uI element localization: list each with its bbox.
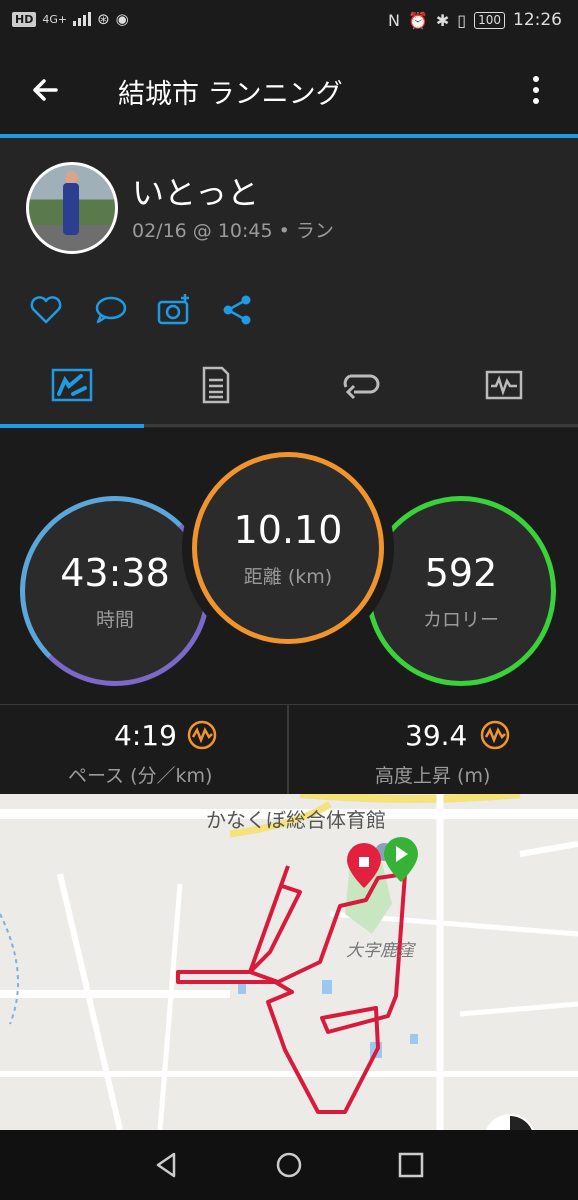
pace-metric[interactable]: 4:19 ペース (分／km) xyxy=(0,705,289,795)
share-icon xyxy=(223,295,251,325)
battery-icon: 100 xyxy=(474,11,505,29)
nav-back-icon[interactable] xyxy=(150,1148,184,1182)
status-bar: HD 4G+ ⊛ ◉ N ⏰ ✱ ▯ 100 12:26 xyxy=(0,0,578,44)
eye-comfort-icon: ◉ xyxy=(115,10,129,28)
heart-icon xyxy=(30,296,62,324)
calories-value: 592 xyxy=(424,550,498,595)
hd-indicator: HD xyxy=(12,11,37,27)
nav-home-icon[interactable] xyxy=(272,1148,306,1182)
vibrate-icon: ▯ xyxy=(457,10,467,30)
back-button[interactable] xyxy=(24,68,68,112)
add-photo-icon xyxy=(157,294,189,325)
add-photo-button[interactable] xyxy=(154,290,194,330)
laps-tab-icon xyxy=(343,374,380,400)
activity-meta: 02/16 @ 10:45 • ラン xyxy=(132,220,334,242)
elevation-value: 39.4 xyxy=(405,719,468,752)
network-type: 4G+ xyxy=(42,12,68,26)
tab-details[interactable] xyxy=(144,342,288,428)
status-left: HD 4G+ ⊛ ◉ xyxy=(12,10,129,28)
metrics-row: 4:19 ペース (分／km) 39.4 高度上昇 (m) xyxy=(0,704,578,795)
elevation-chart-icon xyxy=(480,720,510,750)
more-menu-button[interactable] xyxy=(514,68,558,112)
distance-label: 距離 (km) xyxy=(243,565,333,588)
nfc-icon: N xyxy=(387,10,400,30)
calories-label: カロリー xyxy=(422,608,499,631)
page-title: 結城市 ランニング xyxy=(118,79,343,110)
route-map[interactable]: かなくぼ総合体育館 大字鹿窪 xyxy=(0,794,578,1130)
action-bar xyxy=(0,276,578,343)
bluetooth-icon: ✱ xyxy=(435,10,450,30)
charts-tab-icon xyxy=(485,370,523,400)
distance-stat: 10.10 距離 (km) xyxy=(192,452,384,644)
pace-value: 4:19 xyxy=(114,719,177,752)
time-label: 時間 xyxy=(95,608,134,631)
distance-value: 10.10 xyxy=(233,507,343,552)
tab-laps[interactable] xyxy=(288,342,432,428)
alarm-icon: ⏰ xyxy=(407,10,428,30)
tab-indicator-track xyxy=(0,424,578,428)
activity-tabs xyxy=(0,342,578,428)
details-tab-icon xyxy=(202,366,230,404)
signal-icon xyxy=(73,12,92,26)
arrow-left-icon xyxy=(33,79,58,101)
pace-label: ペース (分／km) xyxy=(68,765,213,787)
system-nav-bar xyxy=(0,1130,578,1200)
more-vertical-icon xyxy=(533,76,539,82)
elevation-metric[interactable]: 39.4 高度上昇 (m) xyxy=(289,705,578,795)
summary-stats: 43:38 時間 592 カロリー 10.10 距離 (km) xyxy=(0,428,578,704)
like-button[interactable] xyxy=(26,290,66,330)
overview-tab-icon xyxy=(51,368,93,402)
tab-overview[interactable] xyxy=(0,342,144,428)
app-bar: 結城市 ランニング xyxy=(0,44,578,136)
activity-header: いとっと 02/16 @ 10:45 • ラン xyxy=(0,138,578,277)
clock: 12:26 xyxy=(513,10,562,30)
map-area-label: 大字鹿窪 xyxy=(346,941,414,961)
time-stat: 43:38 時間 xyxy=(20,496,210,686)
status-right: N ⏰ ✱ ▯ 100 12:26 xyxy=(388,10,562,30)
elevation-label: 高度上昇 (m) xyxy=(375,765,491,787)
time-value: 43:38 xyxy=(60,550,170,595)
pace-chart-icon xyxy=(187,720,217,750)
share-button[interactable] xyxy=(218,290,258,330)
map-canvas xyxy=(0,794,578,1130)
map-place-label: かなくぼ総合体育館 xyxy=(206,808,386,832)
nav-recents-icon[interactable] xyxy=(394,1148,428,1182)
tab-charts[interactable] xyxy=(432,342,576,428)
calories-stat: 592 カロリー xyxy=(366,496,556,686)
comment-icon xyxy=(95,296,127,324)
avatar[interactable] xyxy=(26,162,118,254)
comment-button[interactable] xyxy=(90,290,130,330)
data-saver-icon: ⊛ xyxy=(97,10,110,28)
user-name[interactable]: いとっと xyxy=(132,168,259,214)
